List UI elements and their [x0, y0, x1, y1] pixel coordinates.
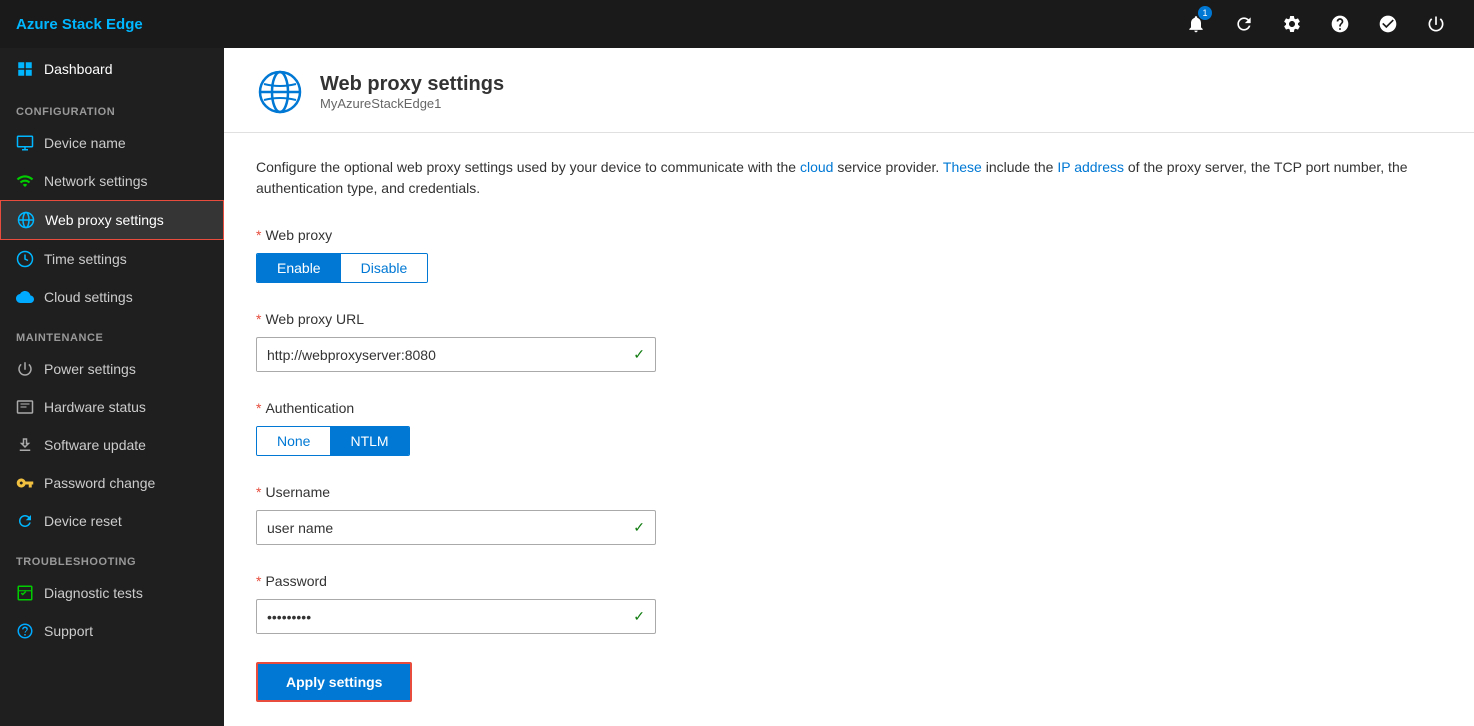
description-link-these: These — [943, 159, 982, 175]
description-link-ip: IP address — [1057, 159, 1124, 175]
sidebar-item-software-update[interactable]: Software update — [0, 426, 224, 464]
auth-none-button[interactable]: None — [257, 427, 330, 455]
hardware-status-icon — [16, 398, 34, 416]
content-area: Web proxy settings MyAzureStackEdge1 Con… — [224, 48, 1474, 726]
content-body: Configure the optional web proxy setting… — [224, 133, 1474, 726]
hardware-status-label: Hardware status — [44, 399, 146, 415]
password-input-wrapper: ✓ — [256, 599, 656, 634]
sidebar-item-password-change[interactable]: Password change — [0, 464, 224, 502]
topbar: Azure Stack Edge 1 — [0, 0, 1474, 48]
time-settings-icon — [16, 250, 34, 268]
password-check-icon: ✓ — [623, 600, 655, 633]
device-reset-label: Device reset — [44, 513, 122, 529]
refresh-button[interactable] — [1222, 0, 1266, 48]
required-star-proxy: * — [256, 227, 261, 243]
web-proxy-url-input-wrapper: ✓ — [256, 337, 656, 372]
content-header: Web proxy settings MyAzureStackEdge1 — [224, 48, 1474, 133]
required-star-auth: * — [256, 400, 261, 416]
description-text: Configure the optional web proxy setting… — [256, 157, 1442, 199]
required-star-url: * — [256, 311, 261, 327]
app-title: Azure Stack Edge — [16, 16, 1174, 33]
dashboard-label: Dashboard — [44, 61, 113, 77]
web-proxy-url-input[interactable] — [257, 339, 623, 371]
password-change-icon — [16, 474, 34, 492]
web-proxy-toggle-group: Enable Disable — [256, 253, 428, 283]
sidebar-item-network-settings[interactable]: Network settings — [0, 162, 224, 200]
sidebar-item-diagnostic-tests[interactable]: Diagnostic tests — [0, 574, 224, 612]
password-change-label: Password change — [44, 475, 155, 491]
sidebar-item-web-proxy-settings[interactable]: Web proxy settings — [0, 200, 224, 240]
topbar-icons: 1 — [1174, 0, 1458, 48]
network-settings-label: Network settings — [44, 173, 147, 189]
device-name-label: Device name — [44, 135, 126, 151]
password-label: *Password — [256, 573, 1442, 589]
sidebar-item-power-settings[interactable]: Power settings — [0, 350, 224, 388]
sidebar-item-device-reset[interactable]: Device reset — [0, 502, 224, 540]
web-proxy-label: *Web proxy — [256, 227, 1442, 243]
password-input[interactable] — [257, 601, 623, 633]
username-field-group: *Username ✓ — [256, 484, 1442, 545]
page-title: Web proxy settings — [320, 73, 504, 96]
username-check-icon: ✓ — [623, 511, 655, 544]
software-update-label: Software update — [44, 437, 146, 453]
sidebar: Dashboard CONFIGURATION Device name Netw… — [0, 48, 224, 726]
apply-settings-button[interactable]: Apply settings — [256, 662, 412, 702]
username-input[interactable] — [257, 512, 623, 544]
web-proxy-url-field-group: *Web proxy URL ✓ — [256, 311, 1442, 372]
time-settings-label: Time settings — [44, 251, 127, 267]
required-star-password: * — [256, 573, 261, 589]
power-settings-label: Power settings — [44, 361, 136, 377]
sidebar-item-hardware-status[interactable]: Hardware status — [0, 388, 224, 426]
web-proxy-icon — [17, 211, 35, 229]
cloud-settings-icon — [16, 288, 34, 306]
support-icon — [16, 622, 34, 640]
cloud-settings-label: Cloud settings — [44, 289, 133, 305]
settings-button[interactable] — [1270, 0, 1314, 48]
sidebar-item-time-settings[interactable]: Time settings — [0, 240, 224, 278]
notification-badge: 1 — [1198, 6, 1212, 20]
section-troubleshooting: TROUBLESHOOTING — [0, 540, 224, 574]
page-subtitle: MyAzureStackEdge1 — [320, 96, 504, 111]
diagnostic-tests-label: Diagnostic tests — [44, 585, 143, 601]
web-proxy-url-check-icon: ✓ — [623, 338, 655, 371]
authentication-toggle-group: None NTLM — [256, 426, 410, 456]
sidebar-item-support[interactable]: Support — [0, 612, 224, 650]
sidebar-item-device-name[interactable]: Device name — [0, 124, 224, 162]
dashboard-icon — [16, 60, 34, 78]
main-layout: Dashboard CONFIGURATION Device name Netw… — [0, 48, 1474, 726]
page-icon — [256, 68, 304, 116]
password-field-group: *Password ✓ — [256, 573, 1442, 634]
web-proxy-enable-button[interactable]: Enable — [257, 254, 341, 282]
required-star-username: * — [256, 484, 261, 500]
device-name-icon — [16, 134, 34, 152]
description-link-cloud: cloud — [800, 159, 833, 175]
username-input-wrapper: ✓ — [256, 510, 656, 545]
power-settings-icon — [16, 360, 34, 378]
web-proxy-field-group: *Web proxy Enable Disable — [256, 227, 1442, 283]
software-update-icon — [16, 436, 34, 454]
web-proxy-url-label: *Web proxy URL — [256, 311, 1442, 327]
diagnostic-tests-icon — [16, 584, 34, 602]
feedback-button[interactable] — [1366, 0, 1410, 48]
support-label: Support — [44, 623, 93, 639]
authentication-label: *Authentication — [256, 400, 1442, 416]
sidebar-item-dashboard[interactable]: Dashboard — [0, 48, 224, 90]
authentication-field-group: *Authentication None NTLM — [256, 400, 1442, 456]
content-header-text: Web proxy settings MyAzureStackEdge1 — [320, 73, 504, 111]
notifications-button[interactable]: 1 — [1174, 0, 1218, 48]
network-settings-icon — [16, 172, 34, 190]
section-maintenance: MAINTENANCE — [0, 316, 224, 350]
power-button[interactable] — [1414, 0, 1458, 48]
web-proxy-disable-button[interactable]: Disable — [341, 254, 428, 282]
web-proxy-settings-label: Web proxy settings — [45, 212, 164, 228]
section-configuration: CONFIGURATION — [0, 90, 224, 124]
help-button[interactable] — [1318, 0, 1362, 48]
sidebar-item-cloud-settings[interactable]: Cloud settings — [0, 278, 224, 316]
auth-ntlm-button[interactable]: NTLM — [330, 427, 408, 455]
username-label: *Username — [256, 484, 1442, 500]
device-reset-icon — [16, 512, 34, 530]
